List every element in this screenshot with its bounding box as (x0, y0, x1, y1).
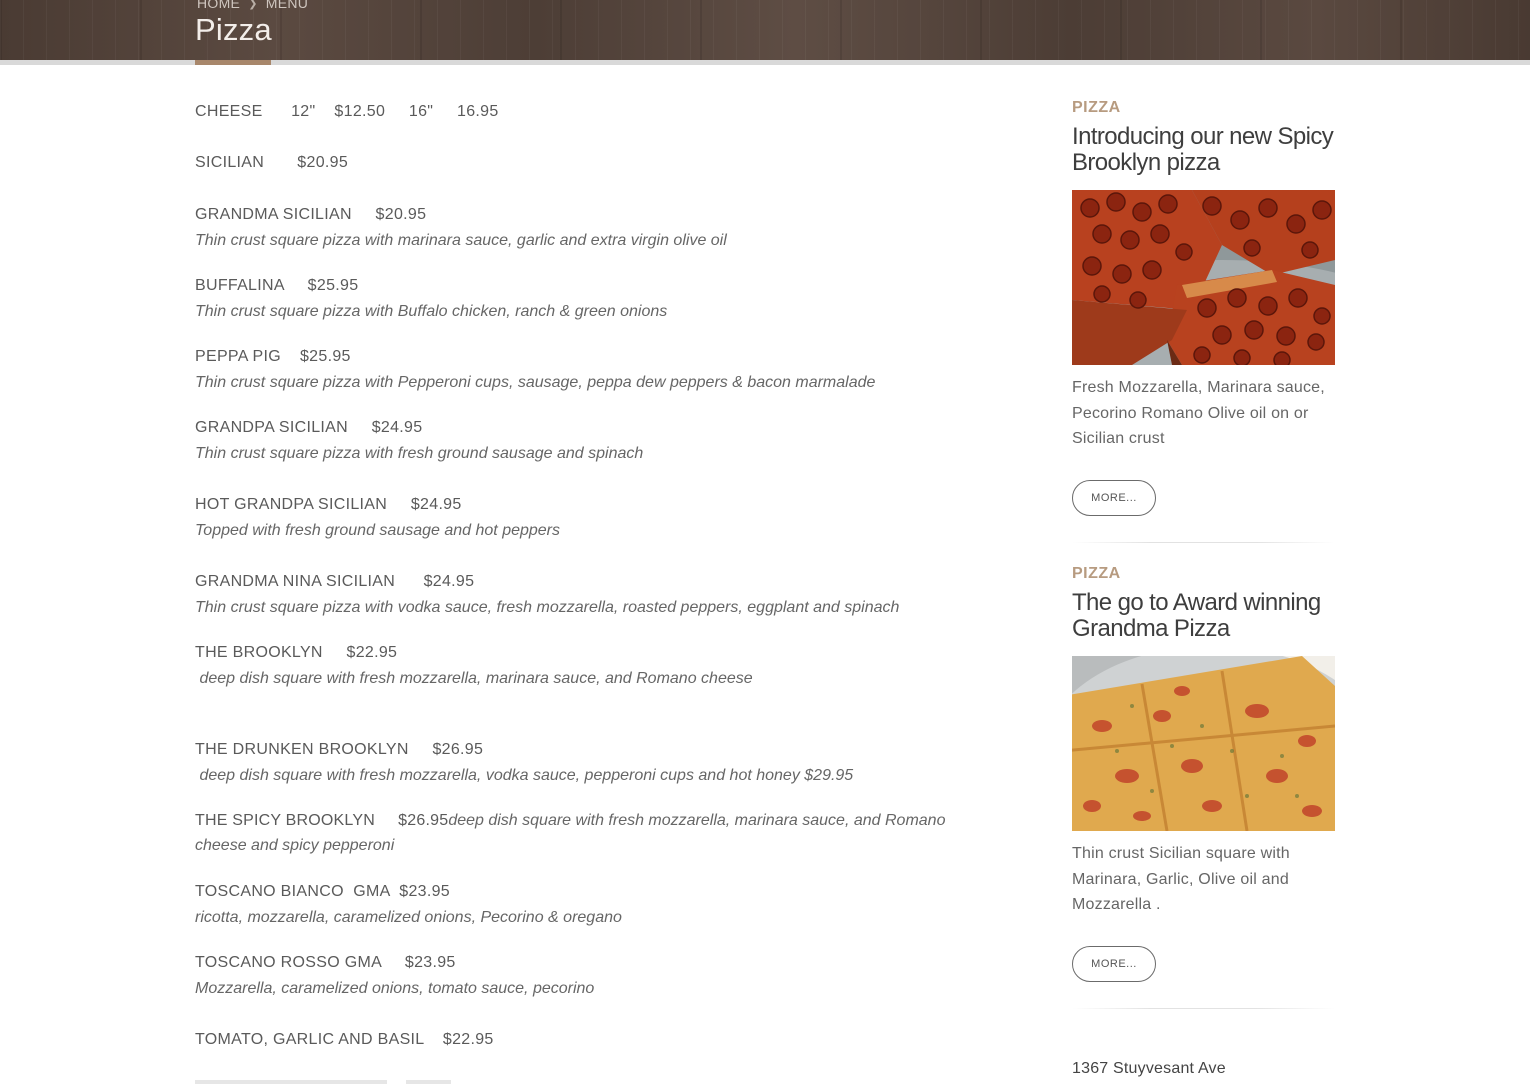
menu-item-description: Thin crust square pizza with Buffalo chi… (195, 303, 668, 320)
menu-item-the-spicy-brooklyn: THE SPICY BROOKLYN $26.95deep dish squar… (195, 808, 995, 858)
menu-item-description: Thin crust square pizza with fresh groun… (195, 445, 644, 462)
menu-item-name: THE BROOKLYN $22.95 (195, 644, 398, 661)
menu-item-name: THE DRUNKEN BROOKLYN $26.95 (195, 741, 484, 758)
menu-item-cheese: CHEESE 12" $12.50 16" 16.95 (195, 101, 1015, 123)
title-accent-bar (195, 60, 271, 65)
menu-item-name: CHEESE 12" $12.50 16" 16.95 (195, 103, 499, 120)
menu-item-name: TOSCANO ROSSO GMA $23.95 (195, 954, 456, 971)
menu-item-toscano-bianco: TOSCANO BIANCO GMA $23.95 ricotta, mozza… (195, 881, 1015, 929)
post-category-link[interactable]: PIZZA (1072, 564, 1335, 584)
menu-item-description: Thin crust square pizza with Pepperoni c… (195, 374, 876, 391)
menu-item-name: GRANDPA SICILIAN $24.95 (195, 419, 423, 436)
address: 1367 Stuyvesant Ave (1072, 1060, 1226, 1077)
menu-item-sicilian: SICILIAN $20.95 (195, 152, 1015, 174)
menu-item-description: Topped with fresh ground sausage and hot… (195, 522, 561, 539)
cut-off-menu-item (195, 1080, 515, 1084)
menu-item-name: TOSCANO BIANCO GMA $23.95 (195, 883, 450, 900)
menu-item-name: PEPPA PIG $25.95 (195, 348, 351, 365)
breadcrumb: HOME ❯ MENU (197, 0, 308, 11)
menu-item-description: Thin crust square pizza with vodka sauce… (195, 599, 900, 616)
menu-item-name: HOT GRANDPA SICILIAN $24.95 (195, 496, 462, 513)
menu-item-description: Thin crust square pizza with marinara sa… (195, 232, 727, 249)
menu-item-name: THE SPICY BROOKLYN $26.95 (195, 812, 449, 829)
menu-item-the-drunken-brooklyn: THE DRUNKEN BROOKLYN $26.95 deep dish sq… (195, 739, 1015, 787)
more-button[interactable]: MORE... (1072, 945, 1156, 982)
post-image[interactable] (1072, 190, 1335, 365)
menu-item-description: Mozzarella, caramelized onions, tomato s… (195, 980, 595, 997)
post-category-link[interactable]: PIZZA (1072, 98, 1335, 118)
more-button[interactable]: MORE... (1072, 479, 1156, 516)
page-title: Pizza (195, 12, 272, 47)
sidebar-divider (1072, 1008, 1335, 1009)
grandma-pizza-image (1072, 656, 1335, 831)
breadcrumb-home-link[interactable]: HOME (197, 0, 240, 11)
breadcrumb-menu-link[interactable]: MENU (266, 0, 308, 11)
menu-item-hot-grandpa-sicilian: HOT GRANDPA SICILIAN $24.95 Topped with … (195, 494, 1015, 542)
menu-item-grandpa-sicilian: GRANDPA SICILIAN $24.95 Thin crust squar… (195, 417, 1015, 465)
menu-item-description: ricotta, mozzarella, caramelized onions,… (195, 909, 622, 926)
menu-item-toscano-rosso: TOSCANO ROSSO GMA $23.95 Mozzarella, car… (195, 952, 1015, 1000)
sidebar-divider (1072, 542, 1335, 543)
pepperoni-pizza-image (1072, 190, 1335, 365)
menu-item-name: TOMATO, GARLIC AND BASIL $22.95 (195, 1031, 494, 1048)
menu-item-description: deep dish square with fresh mozzarella, … (195, 670, 753, 687)
menu-item-name: SICILIAN $20.95 (195, 154, 349, 171)
post-excerpt: Fresh Mozzarella, Marinara sauce, Pecori… (1072, 379, 1325, 447)
post-title-link[interactable]: The go to Award winning Grandma Pizza (1072, 590, 1335, 642)
menu-item-grandma-nina-sicilian: GRANDMA NINA SICILIAN $24.95 Thin crust … (195, 571, 1015, 619)
menu-item-peppa-pig: PEPPA PIG $25.95 Thin crust square pizza… (195, 346, 1015, 394)
menu-item-buffalina: BUFFALINA $25.95 Thin crust square pizza… (195, 275, 1015, 323)
menu-item-name: GRANDMA SICILIAN $20.95 (195, 206, 427, 223)
menu-item-tomato-garlic-basil: TOMATO, GARLIC AND BASIL $22.95 (195, 1029, 1015, 1051)
menu-item-name: BUFFALINA $25.95 (195, 277, 359, 294)
menu-item-the-brooklyn: THE BROOKLYN $22.95 deep dish square wit… (195, 642, 1015, 690)
post-excerpt: Thin crust Sicilian square with Marinara… (1072, 845, 1290, 913)
sidebar-post-grandma-pizza: PIZZA The go to Award winning Grandma Pi… (1072, 564, 1335, 982)
menu-item-name: GRANDMA NINA SICILIAN $24.95 (195, 573, 475, 590)
menu-item-grandma-sicilian: GRANDMA SICILIAN $20.95 Thin crust squar… (195, 204, 1015, 252)
sidebar-post-spicy-brooklyn: PIZZA Introducing our new Spicy Brooklyn… (1072, 98, 1335, 516)
post-title-link[interactable]: Introducing our new Spicy Brooklyn pizza (1072, 124, 1335, 176)
post-image[interactable] (1072, 656, 1335, 831)
chevron-right-icon: ❯ (248, 0, 258, 10)
menu-item-description: deep dish square with fresh mozzarella, … (195, 767, 854, 784)
